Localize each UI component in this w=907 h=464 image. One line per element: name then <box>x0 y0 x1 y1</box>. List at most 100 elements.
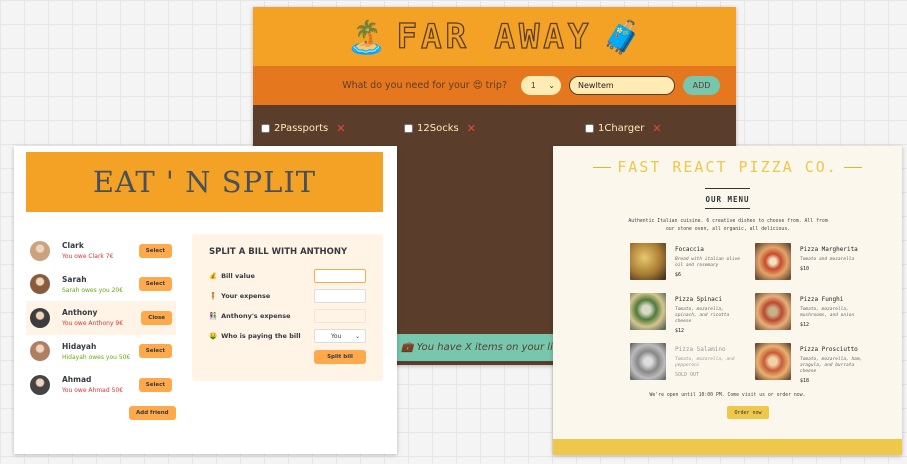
friend-item: Ahmad You owe Ahmad 50€ Select <box>26 368 176 402</box>
friend-name: Clark <box>62 241 84 251</box>
avatar <box>30 274 50 295</box>
split-bill-form-title: SPLIT A BILL WITH ANTHONY <box>209 247 348 257</box>
pizza-photo <box>630 243 666 280</box>
pizza-item: Pizza Spinaci Tomato, mozarella, spinach,… <box>630 293 755 334</box>
pizza-name: Pizza Salamino <box>675 346 726 353</box>
pizza-photo <box>755 293 791 330</box>
pizza-price: SOLD OUT <box>675 372 700 378</box>
pizza-info: Pizza Spinaci Tomato, mozarella, spinach,… <box>675 293 747 334</box>
pizza-price: $18 <box>800 378 810 384</box>
select-button[interactable]: Select <box>138 243 172 258</box>
your-expense-label: Your expense <box>221 292 271 300</box>
split-bill-button[interactable]: Split bill <box>314 350 366 364</box>
select-button[interactable]: Select <box>138 277 172 292</box>
friend-info: Hidayah Hidayah owes you 50€ <box>62 342 139 361</box>
pizza-item: Pizza Salamino Tomato, mozarella, and pep… <box>630 343 755 380</box>
packed-checkbox[interactable] <box>404 124 413 133</box>
pizza-info: Pizza Salamino Tomato, mozarella, and pep… <box>675 343 747 380</box>
packing-item-label: 1Charger <box>598 123 645 134</box>
pizza-info: Pizza Funghi Tomato, mozarella, mushrooms… <box>800 293 872 330</box>
friend-item: Clark You owe Clark 7€ Select <box>26 234 176 268</box>
pizza-price: $12 <box>675 328 685 334</box>
avatar <box>30 374 50 395</box>
pizza-item: Focaccia Bread with italian olive oil and… <box>630 243 755 280</box>
pizza-item: Pizza Prosciutto Tomato, mozarella, ham, … <box>755 343 880 384</box>
order-now-button[interactable]: Order now <box>727 406 769 419</box>
quantity-select[interactable]: 1 ⌄ <box>521 76 561 95</box>
header-divider-left <box>593 166 612 168</box>
payer-row: 🤑 Who is paying the bill You ⌄ <box>209 326 366 346</box>
pizza-ingredients: Tomato, mozarella, ham, aragula, and bur… <box>800 357 863 374</box>
close-button[interactable]: Close <box>141 310 172 325</box>
menu-intro: Authentic Italian cuisine. 6 creative di… <box>628 219 828 232</box>
pizza-name: Focaccia <box>675 246 704 253</box>
friend-expense-row: 👫 Anthony's expense <box>209 306 366 326</box>
pizza-footer-bar <box>553 439 902 455</box>
payer-label: Who is paying the bill <box>221 332 301 340</box>
add-item-form-label: What do you need for your 😍 trip? <box>342 80 507 91</box>
pizza-ingredients: Bread with italian olive oil and rosemar… <box>675 257 741 268</box>
friend-info: Sarah Sarah owes you 20€ <box>62 275 139 294</box>
item-description-input[interactable] <box>569 76 675 95</box>
packing-item-label: 12Socks <box>417 123 459 134</box>
avatar <box>30 341 50 362</box>
pizza-name: Pizza Funghi <box>800 296 844 303</box>
pizza-price: $6 <box>675 272 682 278</box>
bill-value-input[interactable] <box>314 269 366 283</box>
pizza-grid: Focaccia Bread with italian olive oil and… <box>630 243 882 384</box>
eat-n-split-app: EAT ' N SPLIT Clark You owe Clark 7€ Selec… <box>14 146 397 454</box>
pizza-name: Pizza Spinaci <box>675 296 722 303</box>
pizza-photo <box>755 243 791 280</box>
friend-expense-input <box>314 309 366 323</box>
friend-expense-label: Anthony's expense <box>221 312 291 320</box>
pizza-info: Pizza Prosciutto Tomato, mozarella, ham, … <box>800 343 872 384</box>
eat-n-split-header: EAT ' N SPLIT <box>26 152 383 212</box>
delete-icon[interactable]: ✕ <box>652 122 661 135</box>
pizza-info: Pizza Margherita Tomato and mozarella $10 <box>800 243 872 280</box>
packed-checkbox[interactable] <box>261 124 270 133</box>
your-expense-row: 🧍 Your expense <box>209 286 366 306</box>
quantity-value: 1 <box>531 81 536 90</box>
friend-item: Hidayah Hidayah owes you 50€ Select <box>26 335 176 369</box>
opening-hours-text: We're open until 10:00 PM. Come visit us… <box>649 393 806 398</box>
pizza-photo <box>630 293 666 330</box>
add-item-form: What do you need for your 😍 trip? 1 ⌄ AD… <box>253 66 736 105</box>
packing-list: 2Passports ✕ 12Socks ✕ 1Charger ✕ <box>253 105 736 152</box>
header-divider-right <box>843 166 862 168</box>
your-expense-input[interactable] <box>314 289 366 303</box>
person-icon: 🧍 <box>209 292 218 300</box>
add-friend-button[interactable]: Add friend <box>129 406 176 420</box>
palm-island-icon: 🏝️ <box>346 18 387 55</box>
pizza-name: Pizza Margherita <box>800 246 858 253</box>
eat-n-split-title: EAT ' N SPLIT <box>92 165 317 199</box>
pizza-price: $10 <box>800 266 810 272</box>
payer-select[interactable]: You ⌄ <box>314 329 366 343</box>
friend-name: Anthony <box>62 308 98 318</box>
add-item-button[interactable]: ADD <box>683 76 720 95</box>
friend-name: Sarah <box>62 274 87 284</box>
avatar <box>30 240 50 261</box>
friend-balance: Hidayah owes you 50€ <box>62 353 131 361</box>
pizza-ingredients: Tomato, mozarella, spinach, and ricotta … <box>675 307 730 324</box>
packing-item: 12Socks ✕ <box>404 122 547 135</box>
pizza-item: Pizza Margherita Tomato and mozarella $10 <box>755 243 880 280</box>
friend-balance: You owe Clark 7€ <box>62 253 114 261</box>
pizza-info: Focaccia Bread with italian olive oil and… <box>675 243 747 280</box>
select-button[interactable]: Select <box>138 344 172 359</box>
friend-balance: You owe Anthony 9€ <box>62 320 124 328</box>
bill-value-label: Bill value <box>221 272 255 280</box>
payer-value: You <box>331 332 342 340</box>
friend-name: Hidayah <box>62 341 97 351</box>
friend-item: Anthony You owe Anthony 9€ Close <box>26 301 176 335</box>
select-button[interactable]: Select <box>138 377 172 392</box>
pizza-photo <box>755 343 791 380</box>
packed-checkbox[interactable] <box>585 124 594 133</box>
pizza-ingredients: Tomato, mozarella, and pepperoni <box>675 357 735 368</box>
delete-icon[interactable]: ✕ <box>467 122 476 135</box>
delete-icon[interactable]: ✕ <box>336 122 345 135</box>
friend-info: Anthony You owe Anthony 9€ <box>62 308 141 327</box>
friend-balance: You owe Ahmad 50€ <box>62 387 124 395</box>
far-away-title: FAR AWAY <box>396 16 593 57</box>
friends-list: Clark You owe Clark 7€ Select Sarah Sarah ow… <box>26 234 176 402</box>
friend-name: Ahmad <box>62 375 92 385</box>
